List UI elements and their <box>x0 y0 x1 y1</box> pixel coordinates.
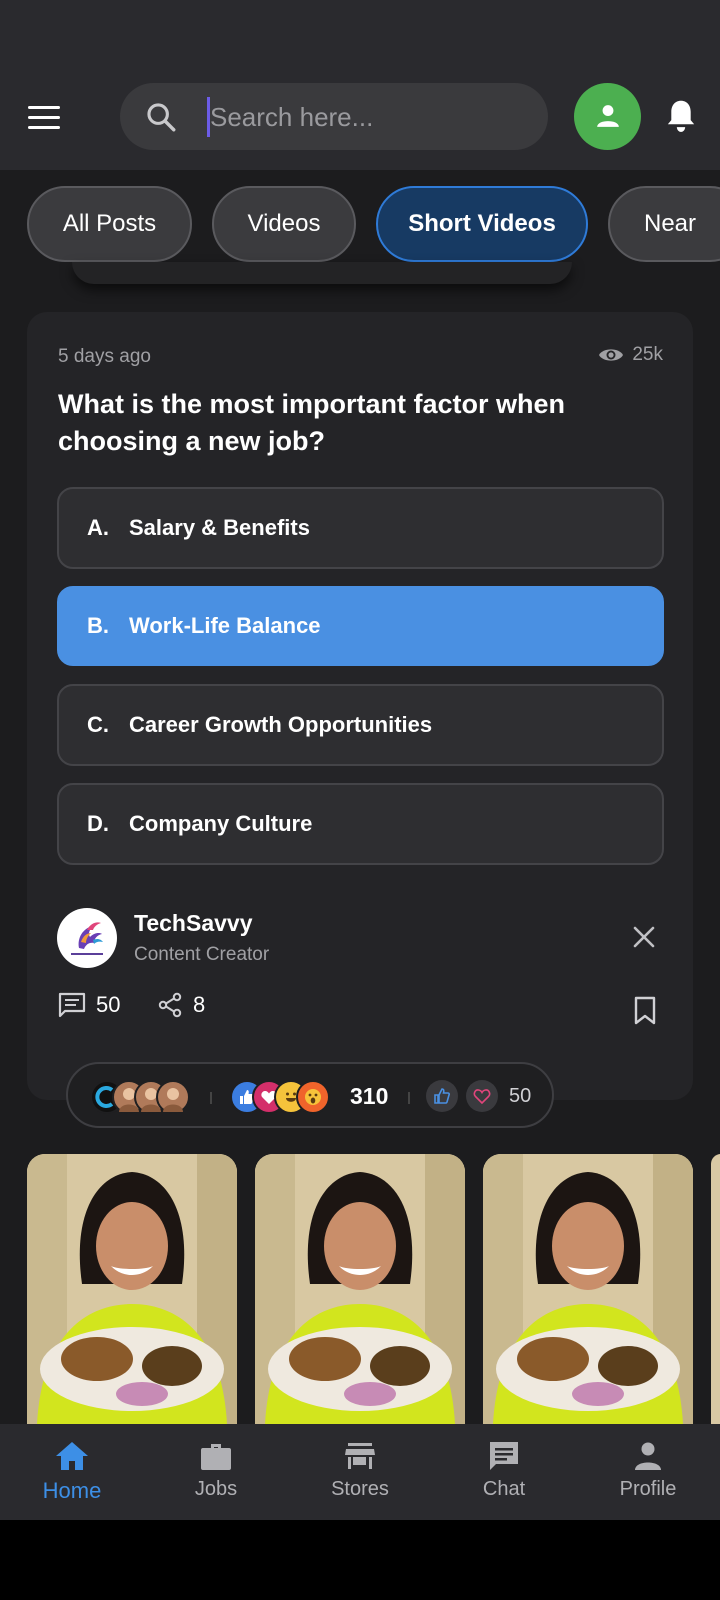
heart-icon <box>473 1089 491 1105</box>
chat-icon <box>490 1442 518 1470</box>
like-button[interactable] <box>426 1080 458 1112</box>
bottom-navigation: Home Jobs Stores Chat Profile <box>0 1424 720 1520</box>
video-thumbnail[interactable] <box>255 1154 465 1424</box>
thumbnail-image <box>255 1154 465 1424</box>
nav-label: Profile <box>619 1478 677 1500</box>
search-icon <box>147 103 176 132</box>
nav-stores[interactable]: Stores <box>288 1424 432 1520</box>
wow-reaction-icon <box>296 1080 330 1114</box>
top-app-bar <box>0 0 720 170</box>
search-bar[interactable] <box>120 83 548 150</box>
option-letter: D. <box>87 811 109 836</box>
reactor-avatar <box>156 1080 190 1114</box>
option-text: Company Culture <box>129 811 313 836</box>
poll-option-b[interactable]: B. Work-Life Balance <box>57 586 664 666</box>
chip-videos[interactable]: Videos <box>212 186 356 262</box>
video-thumbnail[interactable] <box>27 1154 237 1424</box>
thumbnail-image <box>27 1154 237 1424</box>
author-name[interactable]: TechSavvy <box>134 910 252 937</box>
post-time: 5 days ago <box>58 346 151 367</box>
view-count-value: 25k <box>632 344 663 365</box>
search-input[interactable] <box>210 93 530 141</box>
chip-all-posts[interactable]: All Posts <box>27 186 192 262</box>
nav-profile[interactable]: Profile <box>576 1424 720 1520</box>
menu-icon[interactable] <box>28 102 64 132</box>
author-role: Content Creator <box>134 944 270 965</box>
video-thumbnail[interactable] <box>483 1154 693 1424</box>
author-logo[interactable] <box>57 908 117 968</box>
poll-option-c[interactable]: C. Career Growth Opportunities <box>57 684 664 766</box>
close-icon[interactable] <box>631 924 657 950</box>
poll-card: 5 days ago 25k What is the most importan… <box>27 312 693 1100</box>
store-icon <box>345 1443 375 1469</box>
option-letter: B. <box>87 613 109 638</box>
notification-bell-icon[interactable] <box>664 98 698 134</box>
nav-jobs[interactable]: Jobs <box>144 1424 288 1520</box>
home-icon <box>56 1442 88 1470</box>
nav-chat[interactable]: Chat <box>432 1424 576 1520</box>
share-button[interactable]: 8 <box>157 992 205 1018</box>
love-button[interactable] <box>466 1080 498 1112</box>
secondary-reaction-count: 50 <box>509 1085 532 1107</box>
nav-label: Jobs <box>194 1478 238 1500</box>
poll-option-a[interactable]: A. Salary & Benefits <box>57 487 664 569</box>
option-letter: A. <box>87 515 109 540</box>
option-text: Salary & Benefits <box>129 515 310 540</box>
person-icon <box>597 105 619 127</box>
poll-question: What is the most important factor when c… <box>58 389 566 456</box>
bookmark-icon[interactable] <box>633 996 657 1026</box>
briefcase-icon <box>201 1444 231 1470</box>
nav-label: Home <box>42 1478 102 1503</box>
reactions-bar[interactable]: 310 50 <box>66 1062 554 1128</box>
nav-label: Chat <box>482 1478 526 1500</box>
person-icon <box>635 1442 661 1470</box>
share-icon <box>158 992 182 1018</box>
previous-card-edge <box>72 262 572 284</box>
poll-option-d[interactable]: D. Company Culture <box>57 783 664 865</box>
nav-home[interactable]: Home <box>0 1424 144 1520</box>
comment-count: 50 <box>96 992 121 1017</box>
option-letter: C. <box>87 712 109 737</box>
comments-button[interactable]: 50 <box>58 992 120 1018</box>
divider <box>408 1092 410 1104</box>
comment-icon <box>58 992 86 1018</box>
view-count: 25k <box>598 344 663 366</box>
chip-short-videos[interactable]: Short Videos <box>376 186 588 262</box>
app-screen: All Posts Videos Short Videos Near 5 day… <box>0 0 720 1520</box>
reaction-total: 310 <box>350 1083 389 1109</box>
option-text: Career Growth Opportunities <box>129 712 433 737</box>
video-thumbnail-partial[interactable] <box>711 1154 720 1424</box>
profile-avatar-button[interactable] <box>574 83 641 150</box>
divider <box>210 1092 212 1104</box>
thumbnail-image <box>483 1154 693 1424</box>
share-count: 8 <box>193 992 206 1017</box>
eye-icon <box>599 349 624 361</box>
filter-chips: All Posts Videos Short Videos Near <box>0 186 720 262</box>
nav-label: Stores <box>331 1478 389 1500</box>
bird-logo-icon <box>71 922 103 955</box>
thumbs-up-icon <box>434 1088 450 1104</box>
chip-near[interactable]: Near <box>608 186 720 262</box>
option-text: Work-Life Balance <box>129 613 321 638</box>
